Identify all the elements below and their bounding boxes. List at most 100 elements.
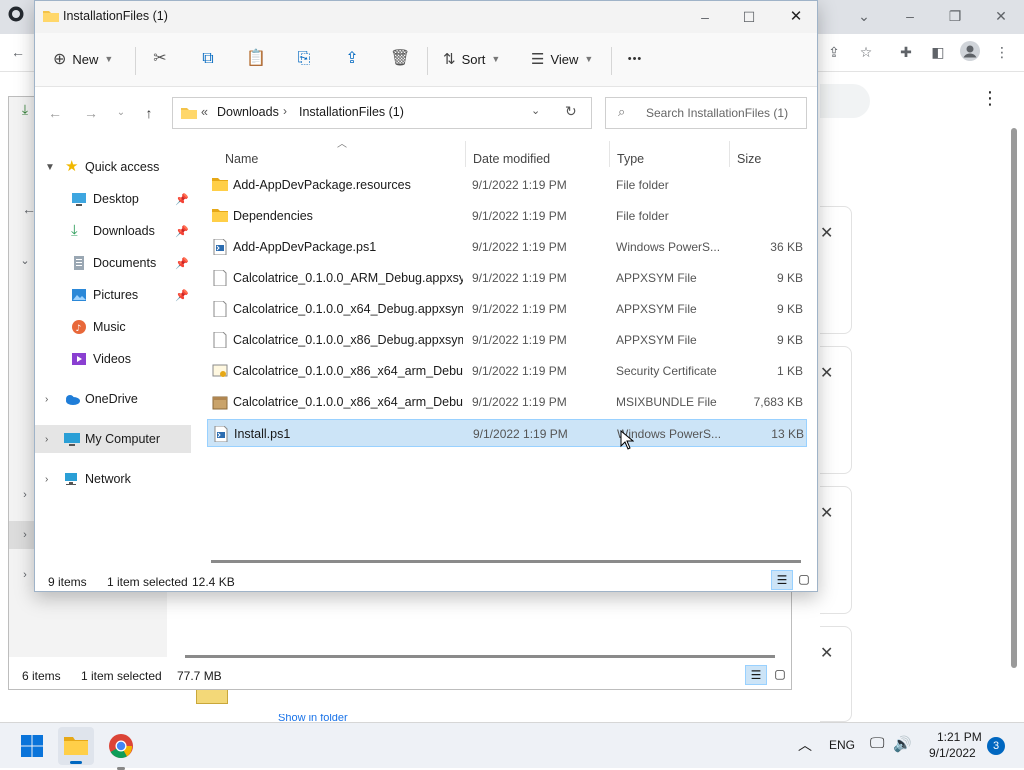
notification-badge[interactable]: 3 bbox=[987, 737, 1005, 755]
chevron-right-icon[interactable]: › bbox=[15, 565, 35, 585]
pin-icon[interactable]: 📌 bbox=[175, 289, 189, 302]
remove-download-icon[interactable]: ✕ bbox=[820, 643, 833, 663]
file-row[interactable]: Dependencies 9/1/2022 1:19 PM File folder bbox=[207, 202, 807, 230]
pin-icon[interactable]: 📌 bbox=[175, 193, 189, 206]
refresh-icon[interactable]: ↻ bbox=[565, 103, 577, 120]
search-box[interactable]: ⌕ Search InstallationFiles (1) bbox=[605, 97, 807, 129]
nav-item-videos[interactable]: Videos bbox=[35, 345, 191, 373]
volume-icon[interactable]: 🔊 bbox=[893, 735, 912, 753]
chevron-right-icon[interactable]: › bbox=[45, 394, 48, 405]
minimize-button[interactable]: – bbox=[695, 7, 715, 27]
address-bar[interactable]: « Downloads › InstallationFiles (1) ⌄ ↻ bbox=[172, 97, 592, 129]
nav-item-documents[interactable]: Documents 📌 bbox=[35, 249, 191, 277]
chrome-restore-button[interactable]: ❐ bbox=[945, 6, 965, 26]
pin-icon[interactable]: 📌 bbox=[175, 257, 189, 270]
close-button[interactable]: ✕ bbox=[786, 7, 806, 27]
chevron-right-icon[interactable]: › bbox=[45, 434, 48, 445]
file-row[interactable]: Calcolatrice_0.1.0.0_x64_Debug.appxsym 9/… bbox=[207, 295, 807, 323]
column-header-name[interactable]: Name bbox=[225, 145, 465, 173]
sort-button[interactable]: ⇅ Sort ▼ bbox=[443, 43, 500, 75]
column-header-date[interactable]: Date modified bbox=[473, 145, 609, 173]
column-separator[interactable] bbox=[729, 141, 730, 167]
share-icon[interactable]: ⇪ bbox=[342, 49, 362, 69]
back-horizontal-scrollbar[interactable] bbox=[185, 655, 775, 658]
show-in-folder-link[interactable]: Show in folder bbox=[278, 714, 348, 722]
downloads-more-icon[interactable]: ⋮ bbox=[980, 88, 1000, 108]
profile-avatar[interactable] bbox=[958, 40, 982, 67]
chrome-menu-icon[interactable]: ⋮ bbox=[992, 42, 1012, 62]
up-arrow-icon[interactable]: ↑ bbox=[139, 103, 159, 123]
nav-item-music[interactable]: ♪ Music bbox=[35, 313, 191, 341]
nav-item-downloads[interactable]: ⤓ Downloads 📌 bbox=[35, 217, 191, 245]
clock-date[interactable]: 9/1/2022 bbox=[929, 746, 976, 760]
details-view-icon[interactable]: ☰ bbox=[745, 665, 767, 685]
file-row[interactable]: Calcolatrice_0.1.0.0_x86_x64_arm_Debug..… bbox=[207, 357, 807, 385]
maximize-button[interactable]: ☐ bbox=[739, 7, 759, 27]
explorer-titlebar[interactable]: InstallationFiles (1) – ☐ ✕ bbox=[35, 1, 817, 33]
clock-time[interactable]: 1:21 PM bbox=[937, 730, 982, 744]
remove-download-icon[interactable]: ✕ bbox=[820, 363, 833, 383]
horizontal-scrollbar[interactable] bbox=[211, 560, 801, 563]
chrome-minimize-button[interactable]: – bbox=[900, 6, 920, 26]
breadcrumb-item-downloads[interactable]: Downloads bbox=[217, 105, 279, 119]
show-hidden-icons-chevron[interactable]: ︿ bbox=[798, 735, 812, 755]
chevron-right-icon[interactable]: › bbox=[15, 485, 35, 505]
pin-icon[interactable]: 📌 bbox=[175, 225, 189, 238]
cut-icon[interactable]: ✂ bbox=[150, 49, 170, 69]
view-button[interactable]: ☰ View ▼ bbox=[531, 43, 593, 75]
language-indicator[interactable]: ENG bbox=[829, 738, 855, 752]
tab-search-icon[interactable]: ⌄ bbox=[854, 6, 874, 26]
bookmark-star-icon[interactable]: ☆ bbox=[856, 42, 876, 62]
file-row[interactable]: Add-AppDevPackage.ps1 9/1/2022 1:19 PM Win… bbox=[207, 233, 807, 261]
details-view-icon[interactable]: ☰ bbox=[771, 570, 793, 590]
paste-icon[interactable]: 📋 bbox=[246, 49, 266, 69]
new-button[interactable]: ⊕ New ▼ bbox=[53, 43, 113, 75]
tiles-view-icon[interactable]: ▢ bbox=[771, 665, 789, 685]
chrome-back-icon[interactable]: ← bbox=[8, 42, 28, 62]
nav-item-pictures[interactable]: Pictures 📌 bbox=[35, 281, 191, 309]
scrollbar-thumb[interactable] bbox=[1011, 128, 1017, 668]
file-row[interactable]: Add-AppDevPackage.resources 9/1/2022 1:19… bbox=[207, 171, 807, 199]
share-icon[interactable]: ⇪ bbox=[824, 42, 844, 62]
nav-item-my-computer[interactable]: › My Computer bbox=[35, 425, 191, 453]
extensions-icon[interactable]: ✚ bbox=[896, 42, 916, 62]
file-row[interactable]: Install.ps1 9/1/2022 1:19 PM Windows Power… bbox=[207, 419, 807, 447]
breadcrumb-overflow-icon[interactable]: « bbox=[201, 105, 208, 119]
delete-icon[interactable]: 🗑 bbox=[390, 49, 410, 69]
back-arrow-icon[interactable]: ← bbox=[45, 103, 65, 123]
chevron-right-icon[interactable]: › bbox=[15, 525, 35, 545]
file-row[interactable]: Calcolatrice_0.1.0.0_x86_x64_arm_Debug..… bbox=[207, 388, 807, 416]
address-history-icon[interactable]: ⌄ bbox=[531, 104, 540, 117]
network-status-icon[interactable]: 🖵 bbox=[870, 735, 884, 752]
nav-item-quick-access[interactable]: ▼ ★ Quick access bbox=[35, 153, 191, 181]
file-explorer-taskbar-button[interactable] bbox=[58, 727, 94, 765]
file-row[interactable]: Calcolatrice_0.1.0.0_x86_Debug.appxsym 9/… bbox=[207, 326, 807, 354]
downloads-search-field[interactable] bbox=[820, 84, 870, 118]
remove-download-icon[interactable]: ✕ bbox=[820, 223, 833, 243]
nav-item-desktop[interactable]: Desktop 📌 bbox=[35, 185, 191, 213]
breadcrumb-item-current[interactable]: InstallationFiles (1) bbox=[299, 105, 404, 119]
column-separator[interactable] bbox=[465, 141, 466, 167]
column-header-size[interactable]: Size bbox=[737, 145, 797, 173]
recent-locations-icon[interactable]: ⌄ bbox=[111, 103, 131, 123]
tiles-view-icon[interactable]: ▢ bbox=[795, 570, 813, 590]
forward-arrow-icon[interactable]: → bbox=[81, 103, 101, 123]
start-button[interactable] bbox=[20, 734, 44, 758]
chevron-down-icon[interactable]: ⌄ bbox=[15, 251, 35, 271]
nav-item-network[interactable]: › Network bbox=[35, 465, 191, 493]
page-scrollbar[interactable] bbox=[1008, 128, 1020, 718]
rename-icon[interactable]: ⎘ bbox=[294, 49, 314, 69]
more-options-button[interactable]: ••• bbox=[623, 49, 647, 69]
column-header-type[interactable]: Type bbox=[617, 145, 727, 173]
chrome-taskbar-button[interactable] bbox=[108, 733, 134, 770]
chevron-down-icon[interactable]: ▼ bbox=[45, 162, 55, 173]
chevron-right-icon[interactable]: › bbox=[45, 474, 48, 485]
side-panel-icon[interactable]: ◧ bbox=[928, 42, 948, 62]
column-separator[interactable] bbox=[609, 141, 610, 167]
chrome-close-button[interactable]: ✕ bbox=[991, 6, 1011, 26]
file-row[interactable]: Calcolatrice_0.1.0.0_ARM_Debug.appxsym 9/… bbox=[207, 264, 807, 292]
nav-item-onedrive[interactable]: › OneDrive bbox=[35, 385, 191, 413]
copy-icon[interactable]: ⧉ bbox=[198, 49, 218, 69]
remove-download-icon[interactable]: ✕ bbox=[820, 503, 833, 523]
computer-icon bbox=[63, 431, 80, 447]
